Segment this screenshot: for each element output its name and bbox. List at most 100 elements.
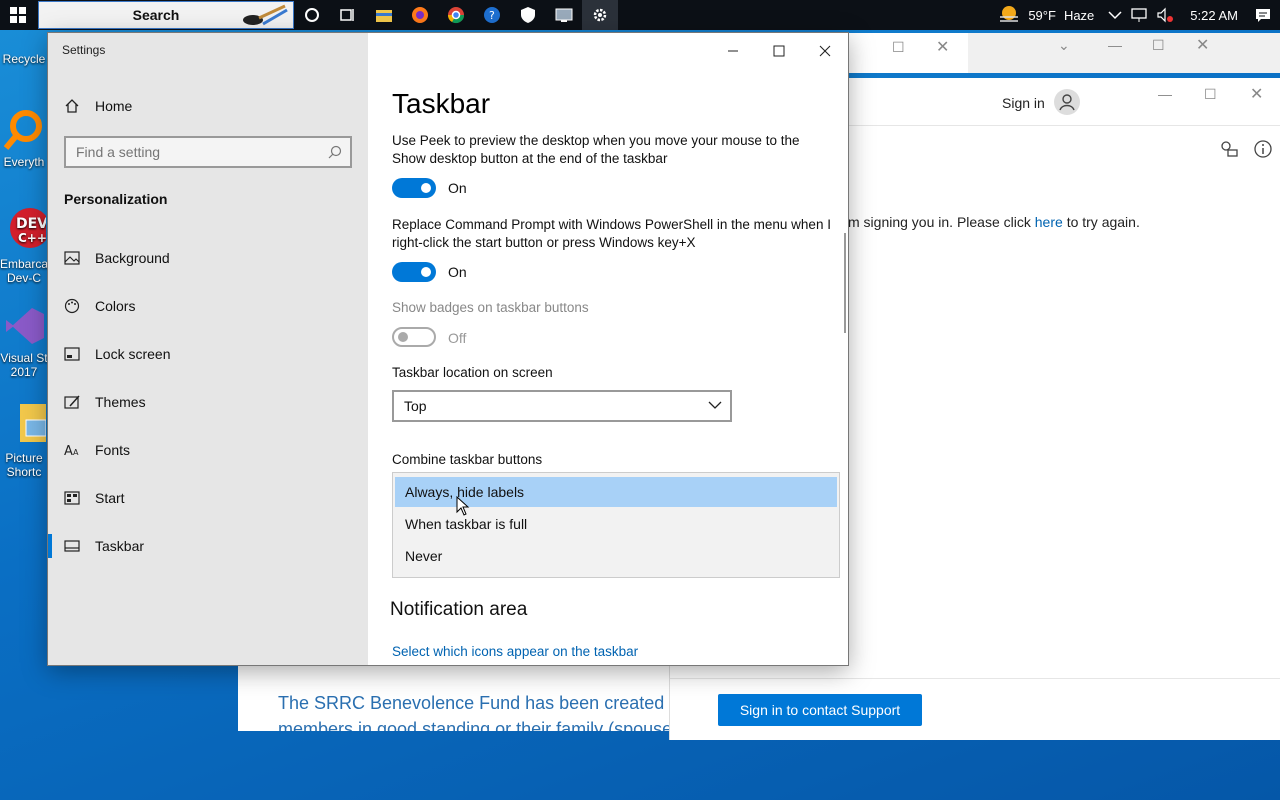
sidebar-item-home[interactable]: Home <box>48 86 368 126</box>
network-icon[interactable] <box>1130 7 1148 23</box>
action-center-icon[interactable] <box>1254 7 1272 23</box>
benevolence-window[interactable]: The SRRC Benevolence Fund has been creat… <box>238 665 669 731</box>
sign-in-link[interactable]: Sign in <box>1002 95 1045 111</box>
sidebar-item-label: Themes <box>95 394 146 410</box>
notification-area-title: Notification area <box>390 599 528 620</box>
clock-time[interactable]: 5:22 AM <box>1190 8 1238 23</box>
error-retry-link[interactable]: here <box>1035 214 1063 230</box>
picture-icon <box>48 251 95 265</box>
cortana-circle-icon <box>305 8 319 22</box>
everything-label: Everyth <box>3 155 45 169</box>
close-icon[interactable]: ✕ <box>1250 84 1263 104</box>
weather-desc[interactable]: Haze <box>1064 8 1094 23</box>
window-title: Settings <box>62 43 106 57</box>
badges-toggle[interactable] <box>392 327 436 347</box>
weather-temp[interactable]: 59°F <box>1028 8 1056 23</box>
close-button[interactable] <box>802 41 848 61</box>
minimize-icon[interactable]: ☐ <box>892 39 905 56</box>
sidebar-item-start[interactable]: Start <box>48 478 368 518</box>
close-icon[interactable]: ✕ <box>1196 35 1209 55</box>
sidebar-item-taskbar[interactable]: Taskbar <box>48 526 368 566</box>
cortana-button[interactable] <box>294 0 330 30</box>
select-icons-link[interactable]: Select which icons appear on the taskbar <box>392 644 638 659</box>
section-title: Personalization <box>64 191 168 207</box>
benevolence-text-line2: members in good standing or their family… <box>278 719 669 731</box>
minimize-button[interactable] <box>710 41 756 61</box>
firefox-button[interactable] <box>402 0 438 30</box>
powershell-toggle[interactable] <box>392 262 436 282</box>
file-explorer-button[interactable] <box>366 0 402 30</box>
sidebar-item-label: Background <box>95 250 170 266</box>
desktop-icon-dev-cpp[interactable]: DEV C++ Embarca Dev-C <box>0 206 50 285</box>
peek-toggle-state: On <box>448 180 467 196</box>
palette-icon <box>48 298 95 314</box>
chevron-down-icon <box>708 401 722 409</box>
sign-in-contact-support-button[interactable]: Sign in to contact Support <box>718 694 922 726</box>
settings-content: Taskbar Use Peek to preview the desktop … <box>368 33 848 665</box>
help-button[interactable]: ? <box>474 0 510 30</box>
sidebar-item-fonts[interactable]: AA Fonts <box>48 430 368 470</box>
sidebar-item-background[interactable]: Background <box>48 238 368 278</box>
sidebar-item-colors[interactable]: Colors <box>48 286 368 326</box>
sidebar-item-label: Lock screen <box>95 346 171 362</box>
sidebar-item-themes[interactable]: Themes <box>48 382 368 422</box>
themes-icon <box>48 394 95 410</box>
desktop-icon-visual-studio[interactable]: Visual St 2017 <box>0 304 48 379</box>
desktop-icon-recycle-bin[interactable]: Recycle <box>0 52 48 66</box>
combine-buttons-dropdown[interactable]: Always, hide labels When taskbar is full… <box>392 472 840 578</box>
windows-start-button[interactable] <box>0 0 36 30</box>
minimize-icon[interactable]: — <box>1108 37 1122 53</box>
maximize-icon[interactable]: ☐ <box>1152 37 1165 54</box>
sidebar-item-label: Fonts <box>95 442 131 458</box>
taskbar-location-select[interactable]: Top <box>392 390 732 422</box>
settings-sidebar: Settings Home Personalization Background… <box>48 33 368 665</box>
page-title: Taskbar <box>392 88 491 119</box>
powershell-description: Replace Command Prompt with Windows Powe… <box>392 217 831 250</box>
peek-toggle[interactable] <box>392 178 436 198</box>
volume-muted-icon[interactable] <box>1156 7 1174 23</box>
search-icon[interactable] <box>328 145 342 159</box>
settings-taskbar-button[interactable] <box>582 0 618 30</box>
minimize-icon[interactable]: — <box>1158 86 1172 102</box>
feedback-icon[interactable] <box>1220 140 1238 158</box>
dropdown-option-never[interactable]: Never <box>395 541 837 571</box>
info-icon[interactable] <box>1254 140 1272 158</box>
maximize-icon[interactable]: ☐ <box>1204 86 1217 103</box>
find-setting-input[interactable] <box>76 144 316 160</box>
svg-text:DEV: DEV <box>16 216 46 232</box>
taskbar-search-box[interactable]: Search <box>38 1 294 29</box>
task-view-button[interactable] <box>330 0 366 30</box>
sign-in-error-message: m signing you in. Please click here to t… <box>848 214 1140 230</box>
error-message-suffix: to try again. <box>1066 214 1140 230</box>
chevron-up-icon[interactable] <box>1108 10 1122 20</box>
desktop-icon-everything[interactable]: Everyth <box>0 108 48 169</box>
sidebar-item-label: Start <box>95 490 125 506</box>
dev-cpp-icon: DEVC++ <box>10 208 50 248</box>
svg-text:?: ? <box>489 9 495 22</box>
peek-description: Use Peek to preview the desktop when you… <box>392 133 800 166</box>
taskbar: Search ? 59°F Haze 5:22 AM <box>0 0 1280 30</box>
content-scrollbar[interactable] <box>844 233 846 333</box>
pictures-label: Picture Shortc <box>5 451 43 479</box>
weather-haze-icon[interactable] <box>998 4 1020 26</box>
home-icon <box>48 98 95 114</box>
start-icon <box>48 491 95 505</box>
remote-desktop-button[interactable] <box>546 0 582 30</box>
combine-buttons-label: Combine taskbar buttons <box>392 452 543 467</box>
background-window-titlebar[interactable]: ⌄ — ☐ ✕ <box>968 33 1280 73</box>
security-button[interactable] <box>510 0 546 30</box>
user-avatar-icon[interactable] <box>1054 89 1080 115</box>
hockey-stick-icon <box>243 4 288 26</box>
close-icon[interactable]: ✕ <box>936 37 949 57</box>
sidebar-item-lock-screen[interactable]: Lock screen <box>48 334 368 374</box>
chrome-button[interactable] <box>438 0 474 30</box>
maximize-button[interactable] <box>756 41 802 61</box>
task-view-icon <box>340 9 354 21</box>
powershell-toggle-state: On <box>448 264 467 280</box>
chevron-down-icon[interactable]: ⌄ <box>1058 37 1070 54</box>
background-window-small[interactable]: ☐ ✕ <box>848 33 968 73</box>
mouse-cursor-icon <box>456 496 470 516</box>
find-setting-search[interactable] <box>64 136 352 168</box>
desktop-icon-pictures[interactable]: Picture Shortc <box>0 402 48 479</box>
pictures-folder-icon <box>20 404 47 442</box>
